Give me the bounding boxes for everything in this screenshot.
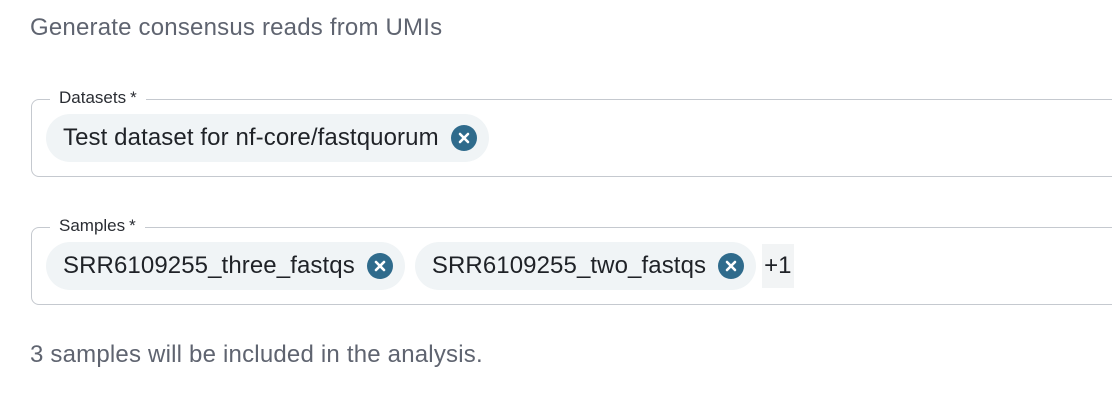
- datasets-field[interactable]: Datasets * Test dataset for nf-core/fastq…: [31, 86, 1112, 177]
- close-circle-icon[interactable]: [366, 253, 393, 279]
- samples-field[interactable]: Samples * SRR6109255_three_fastqs SRR6109…: [31, 214, 1112, 305]
- page: Generate consensus reads from UMIs Datas…: [0, 0, 1112, 414]
- samples-chip-list: SRR6109255_three_fastqs SRR6109255_two_f…: [46, 242, 794, 290]
- sample-chip-label: SRR6109255_three_fastqs: [63, 252, 355, 279]
- required-marker: *: [129, 216, 136, 235]
- close-circle-icon[interactable]: [718, 253, 745, 279]
- sample-chip-label: SRR6109255_two_fastqs: [431, 252, 707, 279]
- cut-off-title-link: [30, 0, 730, 4]
- samples-label-text: Samples: [59, 216, 126, 235]
- datasets-field-label: Datasets *: [50, 86, 146, 110]
- datasets-label-text: Datasets: [59, 88, 127, 107]
- page-subtitle: Generate consensus reads from UMIs: [30, 14, 443, 41]
- dataset-chip: Test dataset for nf-core/fastquorum: [46, 114, 489, 162]
- sample-chip: SRR6109255_three_fastqs: [46, 242, 405, 290]
- close-circle-icon[interactable]: [450, 125, 477, 151]
- more-samples-count[interactable]: +1: [762, 244, 794, 288]
- required-marker: *: [130, 88, 137, 107]
- samples-helper-text: 3 samples will be included in the analys…: [30, 341, 483, 368]
- datasets-chip-list: Test dataset for nf-core/fastquorum: [46, 114, 489, 162]
- sample-chip: SRR6109255_two_fastqs: [414, 242, 757, 290]
- dataset-chip-label: Test dataset for nf-core/fastquorum: [63, 124, 439, 151]
- samples-field-label: Samples *: [50, 214, 145, 238]
